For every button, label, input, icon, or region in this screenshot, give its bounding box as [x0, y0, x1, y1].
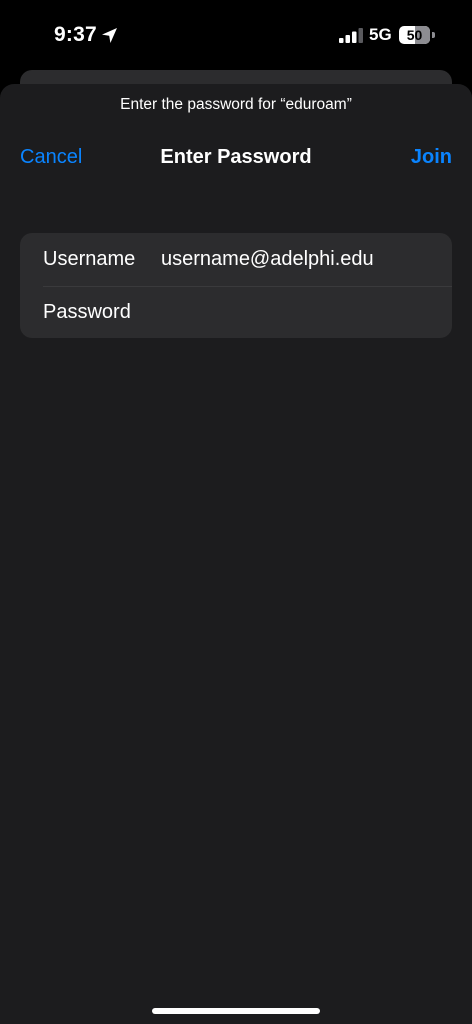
password-field[interactable] — [161, 295, 441, 329]
password-row[interactable]: Password — [20, 285, 452, 338]
cancel-button[interactable]: Cancel — [20, 146, 82, 169]
battery-body: 50 — [399, 26, 430, 44]
battery-level: 50 — [406, 27, 423, 43]
cellular-signal-icon — [339, 28, 363, 43]
battery-tip — [432, 32, 435, 38]
credentials-form: Username Password — [20, 233, 452, 338]
username-row[interactable]: Username — [20, 233, 452, 287]
username-field[interactable] — [161, 242, 441, 276]
password-sheet — [0, 84, 472, 1024]
status-bar: 9:37 5G 50 — [0, 0, 472, 70]
battery-indicator: 50 — [399, 26, 435, 44]
status-time: 9:37 — [54, 23, 97, 46]
network-prompt: Enter the password for “eduroam” — [120, 96, 352, 113]
username-label: Username — [43, 248, 136, 270]
location-arrow-icon — [102, 28, 117, 43]
network-type: 5G — [369, 25, 392, 44]
wifi-password-screen: 9:37 5G 50 Enter the password for “eduro… — [0, 0, 472, 1024]
home-indicator[interactable] — [152, 1008, 320, 1014]
password-label: Password — [43, 301, 131, 323]
join-button[interactable]: Join — [411, 146, 452, 169]
